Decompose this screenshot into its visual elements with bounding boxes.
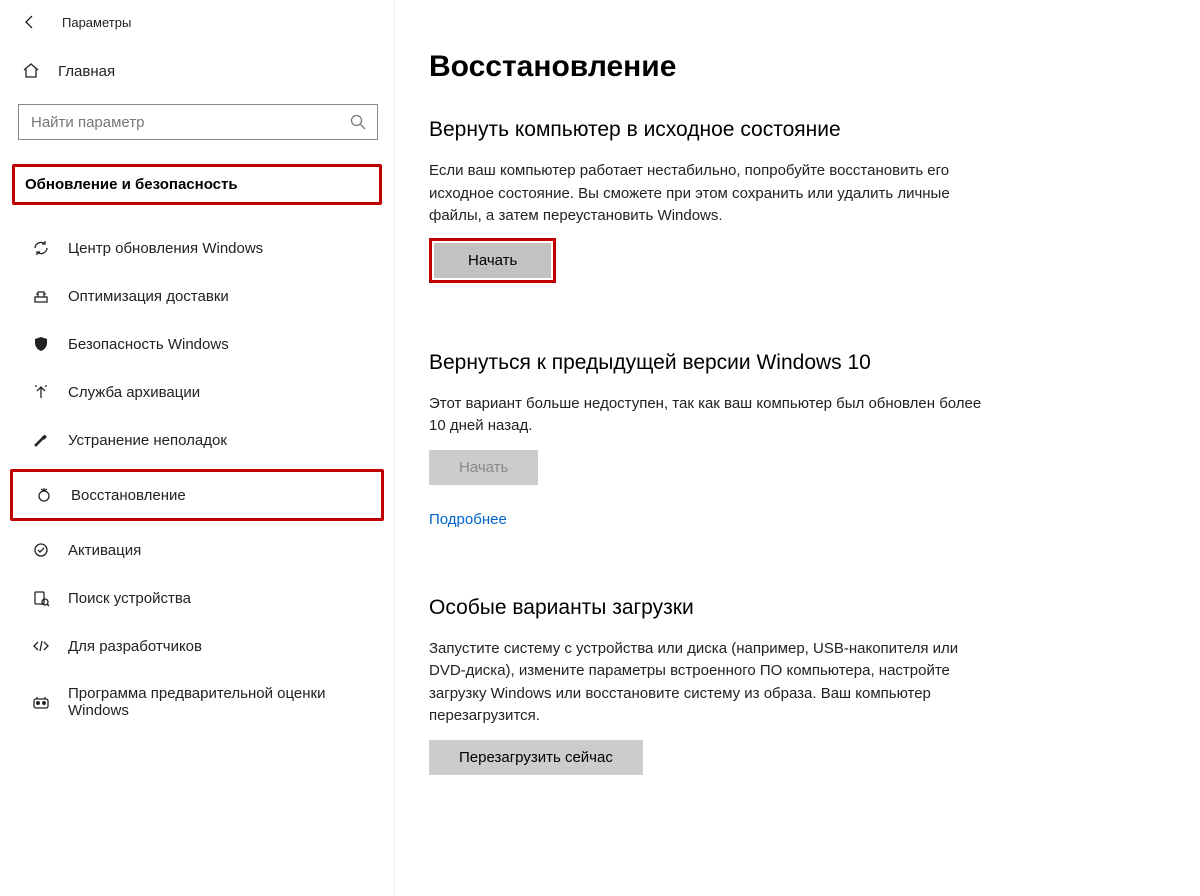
sidebar-item-insider[interactable]: Программа предварительной оценки Windows <box>10 671 384 733</box>
reset-heading: Вернуть компьютер в исходное состояние <box>429 118 1180 142</box>
goback-learnmore-link[interactable]: Подробнее <box>429 511 507 528</box>
sidebar-section-label[interactable]: Обновление и безопасность <box>12 164 382 205</box>
search-box[interactable] <box>18 104 378 140</box>
main-content: Восстановление Вернуть компьютер в исход… <box>395 0 1200 896</box>
titlebar: Параметры <box>0 14 394 48</box>
sidebar-item-label: Для разработчиков <box>68 638 202 655</box>
recovery-icon <box>35 486 53 504</box>
goback-start-button: Начать <box>429 450 538 485</box>
advanced-heading: Особые варианты загрузки <box>429 596 1180 620</box>
sidebar-item-windows-update[interactable]: Центр обновления Windows <box>10 225 384 271</box>
sidebar-item-label: Служба архивации <box>68 384 200 401</box>
reset-start-button[interactable]: Начать <box>434 243 551 278</box>
home-icon <box>22 62 40 80</box>
sidebar-item-label: Устранение неполадок <box>68 432 227 449</box>
refresh-icon <box>32 239 50 257</box>
sidebar: Параметры Главная Обновление и безопасно… <box>0 0 395 896</box>
sidebar-item-for-developers[interactable]: Для разработчиков <box>10 623 384 669</box>
shield-icon <box>32 335 50 353</box>
sidebar-item-label: Восстановление <box>71 487 186 504</box>
code-icon <box>32 637 50 655</box>
back-icon[interactable] <box>22 14 38 30</box>
page-title: Восстановление <box>429 50 1180 84</box>
goback-text: Этот вариант больше недоступен, так как … <box>429 393 989 438</box>
search-icon <box>349 113 367 131</box>
insider-icon <box>32 693 50 711</box>
advanced-restart-button[interactable]: Перезагрузить сейчас <box>429 740 643 775</box>
sidebar-item-label: Оптимизация доставки <box>68 288 229 305</box>
sidebar-home[interactable]: Главная <box>0 48 394 94</box>
reset-text: Если ваш компьютер работает нестабильно,… <box>429 160 989 228</box>
sidebar-item-recovery[interactable]: Восстановление <box>10 469 384 521</box>
nav-list: Центр обновления Windows Оптимизация дос… <box>0 211 394 733</box>
sidebar-item-find-device[interactable]: Поиск устройства <box>10 575 384 621</box>
sidebar-item-delivery-optimization[interactable]: Оптимизация доставки <box>10 273 384 319</box>
sidebar-item-windows-security[interactable]: Безопасность Windows <box>10 321 384 367</box>
window-title: Параметры <box>62 15 131 30</box>
sidebar-item-label: Безопасность Windows <box>68 336 229 353</box>
optimization-icon <box>32 287 50 305</box>
home-label: Главная <box>58 63 115 80</box>
find-device-icon <box>32 589 50 607</box>
sidebar-item-backup[interactable]: Служба архивации <box>10 369 384 415</box>
sidebar-item-label: Центр обновления Windows <box>68 240 263 257</box>
backup-icon <box>32 383 50 401</box>
settings-window: Параметры Главная Обновление и безопасно… <box>0 0 1200 896</box>
sidebar-item-label: Программа предварительной оценки Windows <box>68 685 374 719</box>
wrench-icon <box>32 431 50 449</box>
sidebar-item-activation[interactable]: Активация <box>10 527 384 573</box>
search-input[interactable] <box>29 113 349 132</box>
sidebar-item-label: Поиск устройства <box>68 590 191 607</box>
reset-button-highlight: Начать <box>429 238 556 283</box>
sidebar-item-label: Активация <box>68 542 141 559</box>
advanced-text: Запустите систему с устройства или диска… <box>429 638 989 728</box>
search-wrap <box>0 94 394 150</box>
activation-icon <box>32 541 50 559</box>
sidebar-item-troubleshoot[interactable]: Устранение неполадок <box>10 417 384 463</box>
goback-heading: Вернуться к предыдущей версии Windows 10 <box>429 351 1180 375</box>
